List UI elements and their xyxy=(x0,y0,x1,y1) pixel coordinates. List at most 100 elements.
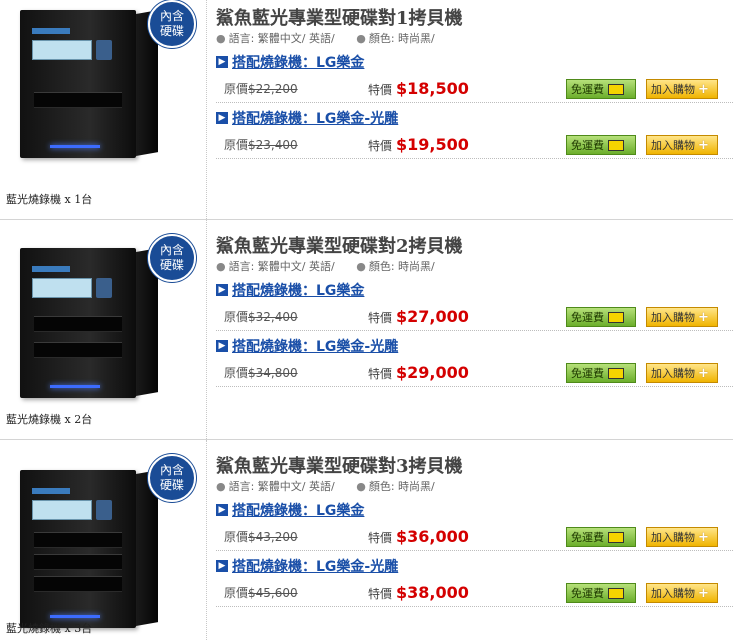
badge-line2: 硬碟 xyxy=(159,478,184,492)
product-info: 鯊魚藍光專業型硬碟對3拷貝機 ● 語言: 繁體中文/ 英語/ ● 顏色: 時尚黑/ … xyxy=(216,440,733,612)
variant-link[interactable]: ▶ 搭配燒錄機：LG樂金-光雕 xyxy=(216,108,733,128)
includes-hdd-badge: 內含 硬碟 xyxy=(148,454,196,502)
badge-line1: 內含 xyxy=(159,463,184,477)
price-row: 原價$23,400 特價 $19,500 免運費 加入購物 + xyxy=(216,130,733,159)
plus-icon: + xyxy=(698,585,709,601)
original-price-value: $23,400 xyxy=(248,138,298,152)
variant-link-text[interactable]: 搭配燒錄機：LG樂金-光雕 xyxy=(232,336,398,356)
truck-icon xyxy=(608,311,624,323)
add-to-cart-label: 加入購物 xyxy=(651,311,695,324)
product-card: 內含 硬碟 藍光燒錄機 x 2台 鯊魚藍光專業型硬碟對2拷貝機 ● 語言: 繁體中… xyxy=(0,220,733,440)
free-shipping-button[interactable]: 免運費 xyxy=(566,583,636,603)
original-price: 原價$22,200 xyxy=(224,80,298,97)
original-price-value: $32,400 xyxy=(248,310,298,324)
product-image-duplicator[interactable] xyxy=(20,470,158,628)
bullet-dot-icon: ● xyxy=(216,260,226,273)
variant-link-text[interactable]: 搭配燒錄機：LG樂金 xyxy=(232,500,364,520)
free-shipping-button[interactable]: 免運費 xyxy=(566,307,636,327)
free-shipping-button[interactable]: 免運費 xyxy=(566,363,636,383)
add-to-cart-label: 加入購物 xyxy=(651,367,695,380)
variant-row: ▶ 搭配燒錄機：LG樂金-光雕 原價$34,800 特價 $29,000 免運費 … xyxy=(216,336,733,392)
special-price: 特價 $27,000 xyxy=(368,307,469,326)
plus-icon: + xyxy=(698,137,709,153)
arrow-right-box-icon: ▶ xyxy=(216,284,228,296)
variant-link[interactable]: ▶ 搭配燒錄機：LG樂金-光雕 xyxy=(216,336,733,356)
truck-icon xyxy=(608,367,624,379)
product-meta: ● 語言: 繁體中文/ 英語/ ● 顏色: 時尚黑/ xyxy=(216,30,733,52)
product-title[interactable]: 鯊魚藍光專業型硬碟對1拷貝機 xyxy=(216,4,733,30)
product-image-duplicator[interactable] xyxy=(20,248,158,398)
bullet-dot-icon: ● xyxy=(356,260,366,273)
product-image-column: 內含 硬碟 藍光燒錄機 x 2台 xyxy=(0,220,207,439)
free-shipping-button[interactable]: 免運費 xyxy=(566,527,636,547)
product-meta: ● 語言: 繁體中文/ 英語/ ● 顏色: 時尚黑/ xyxy=(216,258,733,280)
arrow-right-box-icon: ▶ xyxy=(216,504,228,516)
free-shipping-label: 免運費 xyxy=(571,367,604,380)
includes-hdd-badge: 內含 硬碟 xyxy=(148,0,196,48)
special-price: 特價 $19,500 xyxy=(368,135,469,154)
color-label: 顏色: 時尚黑/ xyxy=(368,32,435,45)
free-shipping-button[interactable]: 免運費 xyxy=(566,135,636,155)
add-to-cart-label: 加入購物 xyxy=(651,83,695,96)
add-to-cart-button[interactable]: 加入購物 + xyxy=(646,583,718,603)
add-to-cart-button[interactable]: 加入購物 + xyxy=(646,307,718,327)
special-price: 特價 $18,500 xyxy=(368,79,469,98)
original-price: 原價$23,400 xyxy=(224,136,298,153)
special-price-label: 特價 xyxy=(368,531,393,545)
free-shipping-button[interactable]: 免運費 xyxy=(566,79,636,99)
original-price-label: 原價 xyxy=(224,138,249,152)
variant-row: ▶ 搭配燒錄機：LG樂金 原價$22,200 特價 $18,500 免運費 加入購… xyxy=(216,52,733,108)
arrow-right-box-icon: ▶ xyxy=(216,56,228,68)
badge-line1: 內含 xyxy=(159,243,184,257)
variant-link[interactable]: ▶ 搭配燒錄機：LG樂金 xyxy=(216,52,733,72)
variant-row: ▶ 搭配燒錄機：LG樂金-光雕 原價$45,600 特價 $38,000 免運費 … xyxy=(216,556,733,612)
color-label: 顏色: 時尚黑/ xyxy=(368,480,435,493)
color-label: 顏色: 時尚黑/ xyxy=(368,260,435,273)
add-to-cart-label: 加入購物 xyxy=(651,587,695,600)
variant-link-text[interactable]: 搭配燒錄機：LG樂金 xyxy=(232,280,364,300)
truck-icon xyxy=(608,531,624,543)
product-title[interactable]: 鯊魚藍光專業型硬碟對2拷貝機 xyxy=(216,232,733,258)
plus-icon: + xyxy=(698,365,709,381)
badge-line2: 硬碟 xyxy=(159,258,184,272)
plus-icon: + xyxy=(698,309,709,325)
badge-line2: 硬碟 xyxy=(159,24,184,38)
original-price: 原價$45,600 xyxy=(224,584,298,601)
original-price-label: 原價 xyxy=(224,586,249,600)
add-to-cart-button[interactable]: 加入購物 + xyxy=(646,79,718,99)
original-price: 原價$34,800 xyxy=(224,364,298,381)
variant-link-text[interactable]: 搭配燒錄機：LG樂金-光雕 xyxy=(232,556,398,576)
variant-link[interactable]: ▶ 搭配燒錄機：LG樂金 xyxy=(216,280,733,300)
add-to-cart-button[interactable]: 加入購物 + xyxy=(646,527,718,547)
bullet-dot-icon: ● xyxy=(216,480,226,493)
product-caption: 藍光燒錄機 x 2台 xyxy=(6,413,93,426)
variant-link[interactable]: ▶ 搭配燒錄機：LG樂金-光雕 xyxy=(216,556,733,576)
variant-link-text[interactable]: 搭配燒錄機：LG樂金 xyxy=(232,52,364,72)
product-card: 內含 硬碟 藍光燒錄機 x 1台 鯊魚藍光專業型硬碟對1拷貝機 ● 語言: 繁體中… xyxy=(0,0,733,220)
original-price: 原價$43,200 xyxy=(224,528,298,545)
product-meta: ● 語言: 繁體中文/ 英語/ ● 顏色: 時尚黑/ xyxy=(216,478,733,500)
original-price-label: 原價 xyxy=(224,530,249,544)
price-row: 原價$22,200 特價 $18,500 免運費 加入購物 + xyxy=(216,74,733,103)
product-info: 鯊魚藍光專業型硬碟對1拷貝機 ● 語言: 繁體中文/ 英語/ ● 顏色: 時尚黑/ … xyxy=(216,0,733,164)
free-shipping-label: 免運費 xyxy=(571,139,604,152)
free-shipping-label: 免運費 xyxy=(571,83,604,96)
product-title[interactable]: 鯊魚藍光專業型硬碟對3拷貝機 xyxy=(216,452,733,478)
variant-link-text[interactable]: 搭配燒錄機：LG樂金-光雕 xyxy=(232,108,398,128)
variant-link[interactable]: ▶ 搭配燒錄機：LG樂金 xyxy=(216,500,733,520)
add-to-cart-button[interactable]: 加入購物 + xyxy=(646,363,718,383)
original-price-value: $43,200 xyxy=(248,530,298,544)
language-label: 語言: 繁體中文/ 英語/ xyxy=(228,32,335,45)
free-shipping-label: 免運費 xyxy=(571,311,604,324)
plus-icon: + xyxy=(698,81,709,97)
price-row: 原價$34,800 特價 $29,000 免運費 加入購物 + xyxy=(216,358,733,387)
add-to-cart-button[interactable]: 加入購物 + xyxy=(646,135,718,155)
variant-row: ▶ 搭配燒錄機：LG樂金-光雕 原價$23,400 特價 $19,500 免運費 … xyxy=(216,108,733,164)
arrow-right-box-icon: ▶ xyxy=(216,340,228,352)
product-image-duplicator[interactable] xyxy=(20,10,158,158)
price-row: 原價$45,600 特價 $38,000 免運費 加入購物 + xyxy=(216,578,733,607)
special-price: 特價 $36,000 xyxy=(368,527,469,546)
special-price: 特價 $29,000 xyxy=(368,363,469,382)
arrow-right-box-icon: ▶ xyxy=(216,560,228,572)
special-price-value: $29,000 xyxy=(396,363,469,382)
